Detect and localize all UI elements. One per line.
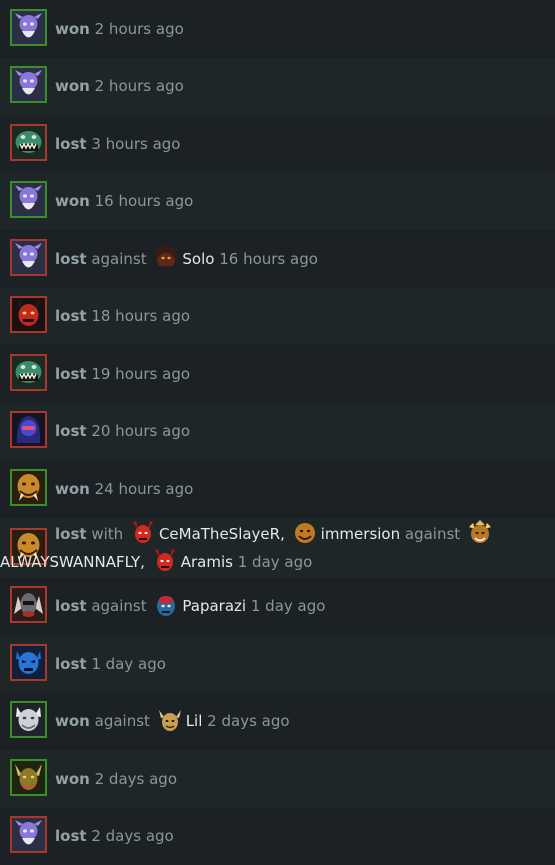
match-row[interactable]: lost 19 hours ago (0, 345, 555, 403)
dark-hooded-hero-icon[interactable] (153, 244, 179, 270)
match-row[interactable]: lost 18 hours ago (0, 288, 555, 346)
match-time: 1 day ago (251, 597, 326, 615)
match-time: 2 days ago (95, 770, 177, 788)
match-feed: won 2 hours ago won 2 hours ago lost 3 h… (0, 0, 555, 865)
match-result[interactable]: won (55, 192, 90, 210)
match-result[interactable]: won (55, 77, 90, 95)
match-time: 20 hours ago (91, 422, 190, 440)
opponent-name[interactable]: Lil (186, 712, 203, 730)
separator: , (140, 553, 145, 571)
orange-tusk-hero-icon[interactable] (10, 469, 47, 506)
match-row[interactable]: lost 3 hours ago (0, 115, 555, 173)
match-result[interactable]: won (55, 770, 90, 788)
match-time: 18 hours ago (91, 307, 190, 325)
armored-warrior-hero-icon[interactable] (10, 586, 47, 623)
match-row[interactable]: lost against Paparazi 1 day ago (0, 578, 555, 636)
opponent-name[interactable]: Aramis (181, 553, 233, 571)
with-label: with (91, 525, 123, 543)
against-label: against (91, 250, 146, 268)
match-row[interactable]: won 2 days ago (0, 750, 555, 808)
match-row[interactable]: lost 20 hours ago (0, 403, 555, 461)
match-result[interactable]: lost (55, 135, 87, 153)
match-result[interactable]: lost (55, 525, 87, 543)
separator: , (280, 525, 285, 543)
opponent-name[interactable]: Paparazi (182, 597, 246, 615)
green-beast-hero-icon[interactable] (10, 354, 47, 391)
match-row[interactable]: won 24 hours ago (0, 460, 555, 518)
match-result[interactable]: won (55, 480, 90, 498)
match-row[interactable]: lost with CeMaTheSlayeR, immersion again… (0, 518, 555, 578)
ghost-purple-hero-icon[interactable] (10, 181, 47, 218)
match-result[interactable]: lost (55, 597, 87, 615)
match-text: won 2 hours ago (55, 72, 547, 100)
green-beast-hero-icon[interactable] (10, 124, 47, 161)
match-time: 19 hours ago (91, 365, 190, 383)
match-result[interactable]: lost (55, 365, 87, 383)
red-horned-hero-icon[interactable] (130, 519, 156, 545)
match-row[interactable]: lost 2 days ago (0, 808, 555, 865)
match-time: 2 days ago (91, 827, 173, 845)
match-text: won 2 hours ago (55, 15, 547, 43)
match-text: won 2 days ago (55, 765, 547, 793)
match-result[interactable]: lost (55, 307, 87, 325)
match-text: lost 18 hours ago (55, 302, 547, 330)
match-text: lost 2 days ago (55, 822, 547, 850)
against-label: against (95, 712, 150, 730)
match-time: 16 hours ago (95, 192, 194, 210)
match-time: 2 hours ago (95, 20, 184, 38)
ally-name[interactable]: CeMaTheSlayeR (159, 525, 280, 543)
white-wolf-hero-icon[interactable] (10, 701, 47, 738)
ghost-purple-hero-icon[interactable] (10, 66, 47, 103)
match-text: won 24 hours ago (55, 475, 547, 503)
match-text: won against Lil 2 days ago (55, 707, 547, 735)
blue-mask-hero-icon[interactable] (10, 644, 47, 681)
ghost-purple-hero-icon[interactable] (10, 816, 47, 853)
ghost-purple-hero-icon[interactable] (10, 9, 47, 46)
match-result[interactable]: lost (55, 655, 87, 673)
match-text: lost 19 hours ago (55, 360, 547, 388)
match-time: 1 day ago (238, 553, 313, 571)
golden-king-hero-icon[interactable] (467, 519, 493, 545)
match-time: 16 hours ago (219, 250, 318, 268)
antler-druid-hero-icon[interactable] (157, 707, 183, 733)
against-label: against (91, 597, 146, 615)
match-result[interactable]: lost (55, 250, 87, 268)
match-result[interactable]: lost (55, 827, 87, 845)
match-text: lost 3 hours ago (55, 130, 547, 158)
match-time: 1 day ago (91, 655, 166, 673)
blue-slark-hero-icon[interactable] (153, 592, 179, 618)
match-text: won 16 hours ago (55, 187, 547, 215)
match-time: 3 hours ago (91, 135, 180, 153)
ghost-purple-hero-icon[interactable] (10, 239, 47, 276)
match-text: lost 1 day ago (55, 650, 547, 678)
match-row[interactable]: lost 1 day ago (0, 635, 555, 693)
against-label: against (405, 525, 460, 543)
match-text: lost against Solo 16 hours ago (55, 245, 547, 273)
antler-tree-hero-icon[interactable] (10, 759, 47, 796)
match-time: 2 hours ago (95, 77, 184, 95)
red-horned-hero-icon[interactable] (152, 547, 178, 573)
golden-brute-hero-icon[interactable] (292, 519, 318, 545)
match-text: lost 20 hours ago (55, 417, 547, 445)
match-row[interactable]: won 2 hours ago (0, 0, 555, 58)
blue-hooded-hero-icon[interactable] (10, 411, 47, 448)
match-result[interactable]: lost (55, 422, 87, 440)
opponent-name[interactable]: Solo (182, 250, 214, 268)
opponent-name[interactable]: ALWAYSWANNAFLY (0, 553, 140, 571)
match-row[interactable]: won against Lil 2 days ago (0, 693, 555, 751)
match-time: 24 hours ago (95, 480, 194, 498)
match-time: 2 days ago (207, 712, 289, 730)
ally-name[interactable]: immersion (321, 525, 400, 543)
match-result[interactable]: won (55, 20, 90, 38)
red-demon-hero-icon[interactable] (10, 296, 47, 333)
match-row[interactable]: won 16 hours ago (0, 173, 555, 231)
match-text: lost against Paparazi 1 day ago (55, 592, 547, 620)
match-result[interactable]: won (55, 712, 90, 730)
match-row[interactable]: lost against Solo 16 hours ago (0, 230, 555, 288)
match-text: lost with CeMaTheSlayeR, immersion again… (55, 520, 549, 576)
match-row[interactable]: won 2 hours ago (0, 58, 555, 116)
